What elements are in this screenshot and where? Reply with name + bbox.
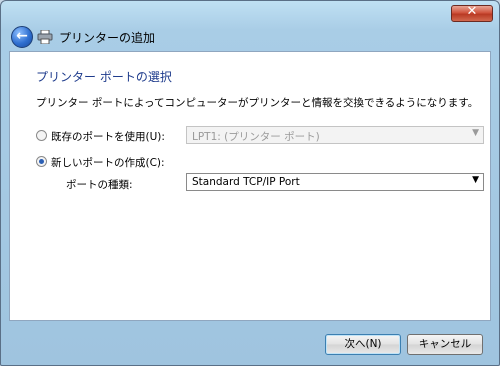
- next-button[interactable]: 次へ(N): [325, 334, 401, 355]
- existing-port-select: LPT1: (プリンター ポート) ▼: [186, 126, 484, 144]
- dropdown-arrow-icon: ▼: [472, 175, 479, 185]
- wizard-footer: 次へ(N) キャンセル: [9, 321, 491, 365]
- back-arrow-icon: ←: [16, 28, 28, 44]
- close-icon: ✕: [466, 4, 478, 19]
- description-text: プリンター ポートによってコンピューターがプリンターと情報を交換できるようになり…: [36, 97, 479, 109]
- existing-port-label[interactable]: 既存のポートを使用(U):: [51, 129, 165, 144]
- title-bar: ✕: [1, 1, 499, 23]
- port-type-label: ポートの種類:: [66, 179, 133, 191]
- wizard-title: プリンターの追加: [59, 31, 156, 45]
- new-port-radio[interactable]: [36, 156, 47, 167]
- close-button[interactable]: ✕: [451, 4, 493, 22]
- wizard-content: プリンター ポートの選択 プリンター ポートによってコンピューターがプリンターと…: [9, 51, 491, 321]
- dropdown-arrow-icon: ▼: [472, 128, 479, 138]
- port-type-select[interactable]: Standard TCP/IP Port ▼: [186, 173, 484, 191]
- cancel-button[interactable]: キャンセル: [407, 334, 483, 355]
- existing-port-value: LPT1: (プリンター ポート): [192, 131, 320, 143]
- wizard-header: ← プリンターの追加: [9, 23, 491, 51]
- page-title: プリンター ポートの選択: [36, 70, 172, 84]
- add-printer-window: ✕ ← プリンターの追加 プリンター ポートの選択 プリンター ポートによってコ…: [0, 0, 500, 366]
- back-button[interactable]: ←: [11, 26, 33, 48]
- new-port-label[interactable]: 新しいポートの作成(C):: [51, 155, 165, 170]
- printer-icon: [37, 30, 53, 44]
- port-type-value: Standard TCP/IP Port: [192, 176, 300, 188]
- existing-port-radio[interactable]: [36, 130, 47, 141]
